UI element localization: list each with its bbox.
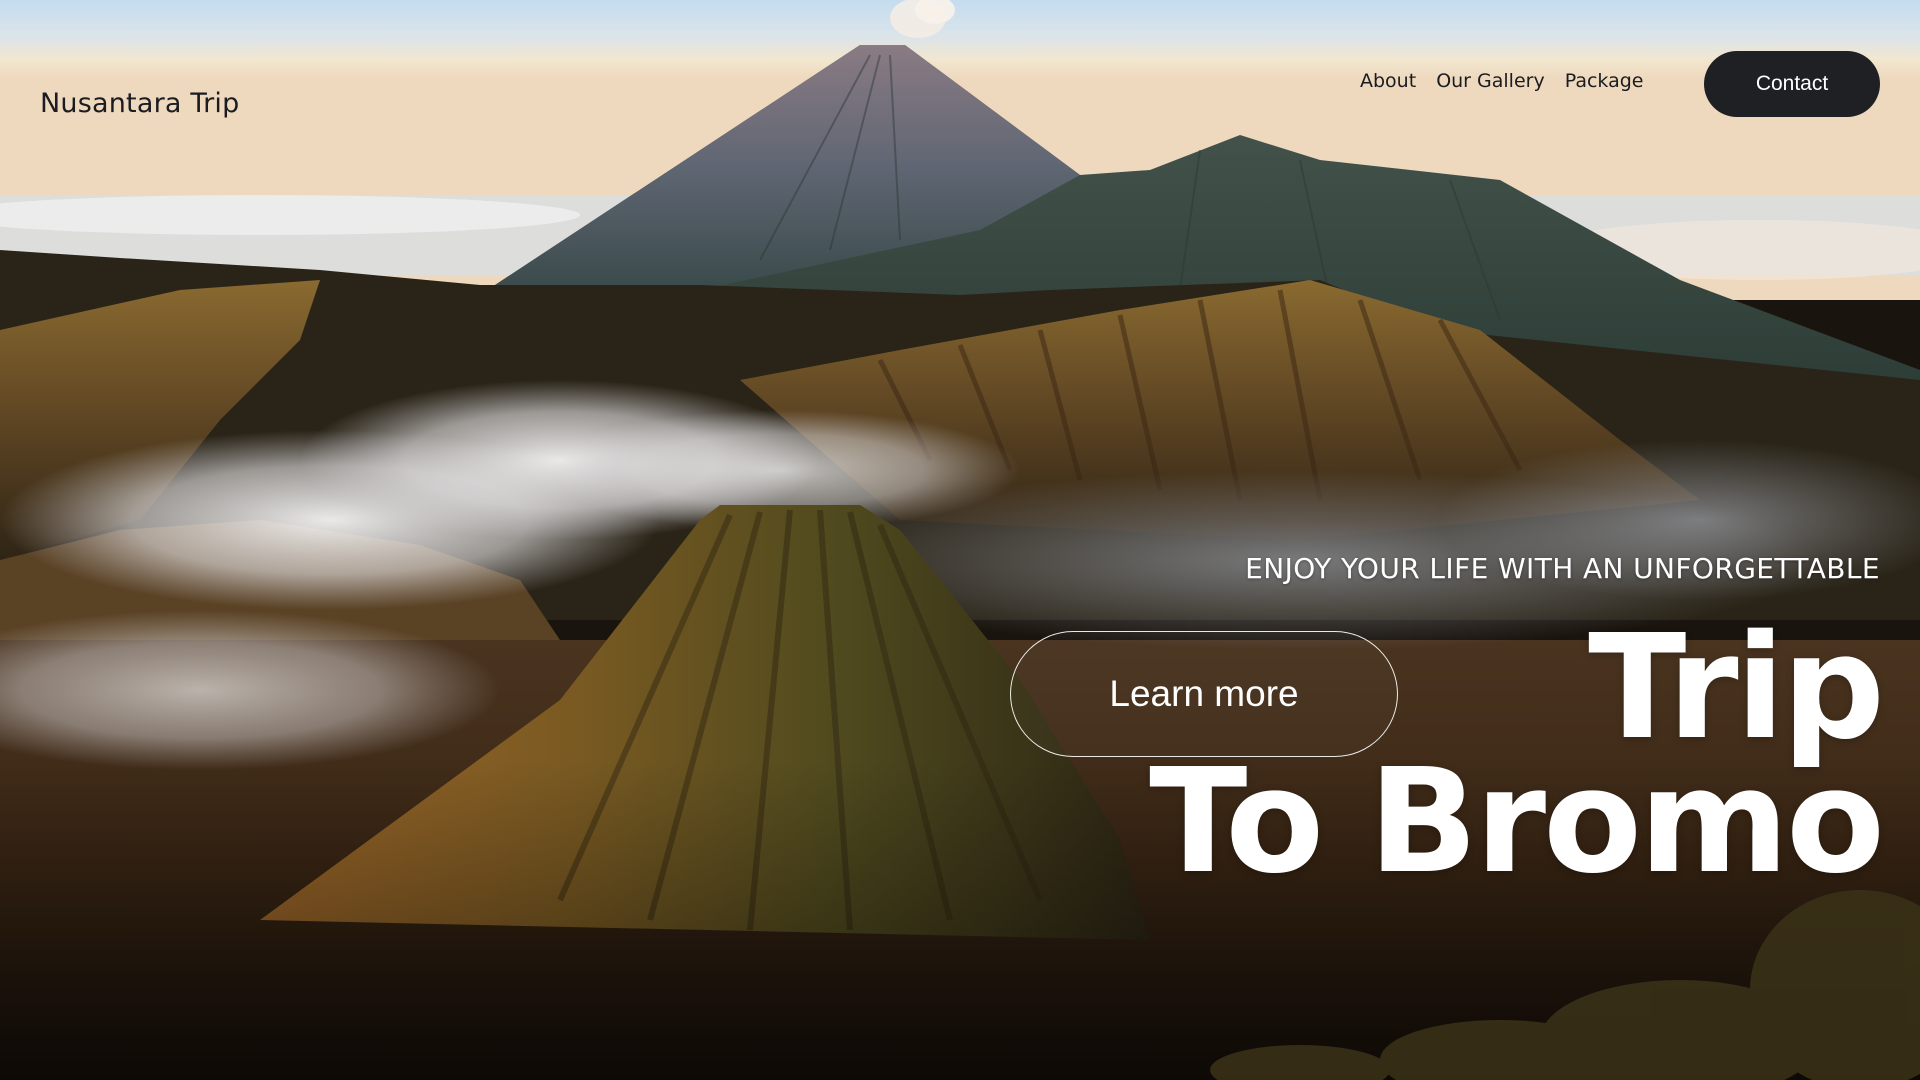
hero-tagline: ENJOY YOUR LIFE WITH AN UNFORGETTABLE (1245, 552, 1880, 585)
nav-link-package[interactable]: Package (1565, 70, 1644, 92)
nav-link-our-gallery[interactable]: Our Gallery (1436, 70, 1545, 92)
brand-logo-text[interactable]: Nusantara Trip (40, 88, 239, 119)
hero-headline-line-2: To Bromo (1149, 737, 1885, 905)
contact-button[interactable]: Contact (1704, 51, 1880, 117)
nav-link-about[interactable]: About (1360, 70, 1416, 92)
main-nav: About Our Gallery Package (1360, 70, 1643, 92)
hero-headline: Trip To Bromo (1149, 603, 1885, 905)
landing-page: Nusantara Trip About Our Gallery Package… (0, 0, 1920, 1080)
hero-background-image (0, 0, 1920, 1080)
hero-headline-line-1: Trip (1588, 603, 1885, 771)
